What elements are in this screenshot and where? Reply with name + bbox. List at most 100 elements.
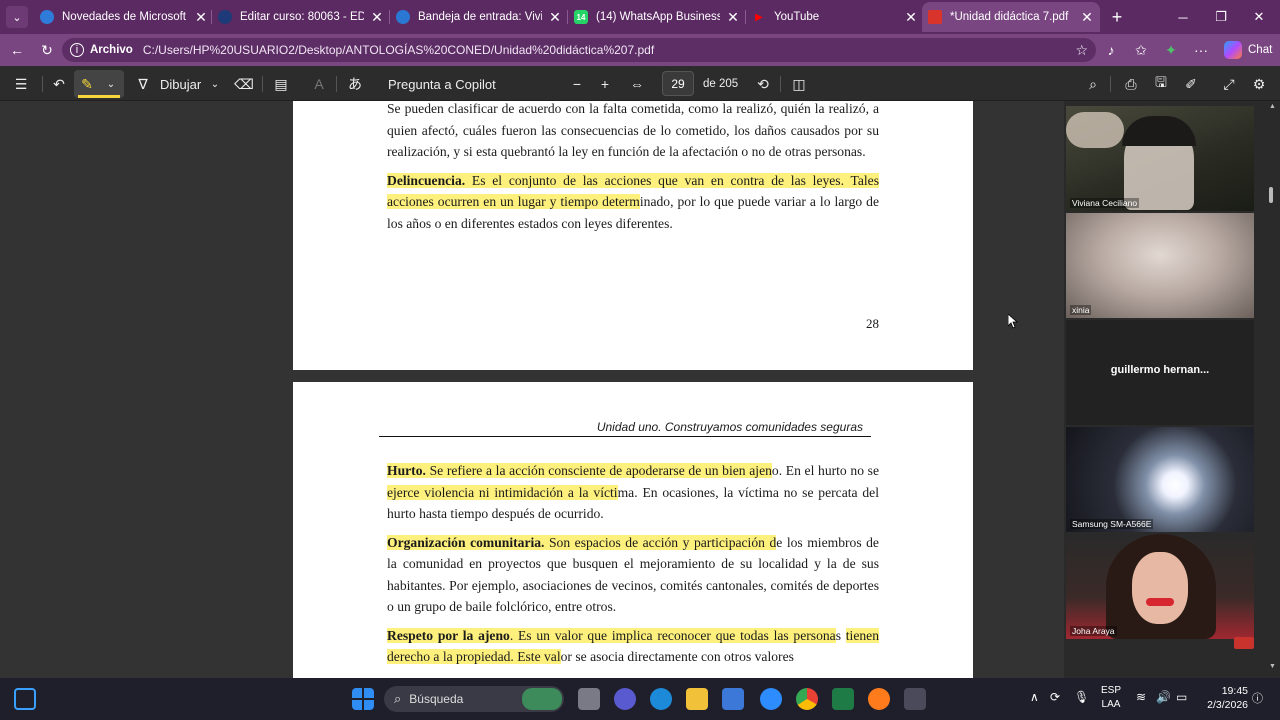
header-rule bbox=[379, 436, 871, 437]
print-icon[interactable]: ⎙ bbox=[1120, 74, 1142, 94]
refresh-button[interactable]: ↻ bbox=[36, 40, 58, 60]
highlight-button[interactable]: ✎ ⌄ bbox=[74, 70, 124, 98]
clock-time: 19:45 bbox=[1221, 685, 1248, 697]
edge-taskbar-icon[interactable] bbox=[650, 688, 672, 710]
new-tab-button[interactable]: + bbox=[1100, 0, 1134, 34]
paragraph-hurto: Hurto. Se refiere a la acción consciente… bbox=[387, 460, 879, 525]
search-highlight-icon bbox=[522, 688, 562, 710]
back-button[interactable]: ← bbox=[6, 40, 28, 60]
rotate-icon[interactable]: ⟲ bbox=[752, 74, 774, 94]
fullscreen-icon[interactable]: ⤢ bbox=[1218, 74, 1240, 94]
participant-name: xinia bbox=[1070, 305, 1092, 315]
draw-button[interactable]: Dibujar bbox=[160, 74, 201, 94]
file-explorer-icon[interactable] bbox=[686, 688, 708, 710]
contents-list-icon[interactable]: ☰ bbox=[10, 74, 32, 94]
paragraph-classification: Se pueden clasificar de acuerdo con la f… bbox=[387, 101, 879, 159]
pdf-viewer[interactable]: Se pueden clasificar de acuerdo con la f… bbox=[0, 101, 1064, 678]
viewer-scrollbar[interactable]: ▲ ▼ bbox=[1266, 101, 1276, 678]
tab-inbox[interactable]: Bandeja de entrada: Viviana C ✕ bbox=[396, 2, 562, 32]
close-tab-icon[interactable]: ✕ bbox=[726, 9, 740, 26]
close-tab-icon[interactable]: ✕ bbox=[194, 9, 208, 26]
windows-start-icon[interactable] bbox=[352, 688, 374, 710]
system-clock[interactable]: 19:45 2/3/2026 bbox=[1188, 684, 1248, 712]
participant-tile[interactable]: Viviana Ceciliano bbox=[1066, 106, 1254, 211]
snipping-tool-icon[interactable] bbox=[904, 688, 926, 710]
search-icon[interactable]: ⌕ bbox=[1082, 74, 1104, 94]
add-text-icon[interactable]: ▤ bbox=[270, 74, 292, 94]
close-tab-icon[interactable]: ✕ bbox=[370, 9, 384, 26]
task-view-icon[interactable] bbox=[578, 688, 600, 710]
participant-tile[interactable]: Joha Araya bbox=[1066, 534, 1254, 639]
tab-youtube[interactable]: ▶ YouTube ✕ bbox=[752, 2, 918, 32]
save-as-icon[interactable]: ✐ bbox=[1180, 74, 1202, 94]
scrollbar-thumb[interactable] bbox=[1269, 187, 1273, 203]
tab-pdf-active[interactable]: *Unidad didáctica 7.pdf ✕ bbox=[922, 2, 1100, 32]
chevron-down-icon: ⌄ bbox=[12, 11, 22, 24]
scroll-up-icon[interactable]: ▲ bbox=[1269, 103, 1276, 110]
language-indicator[interactable]: ESP LAA bbox=[1098, 684, 1124, 712]
close-tab-icon[interactable]: ✕ bbox=[904, 9, 918, 26]
read-aloud-icon[interactable]: ♪ bbox=[1102, 42, 1120, 58]
eraser-icon[interactable]: ⌫ bbox=[233, 74, 255, 94]
more-options-icon[interactable]: ··· bbox=[1192, 42, 1210, 58]
participant-tile[interactable]: Samsung SM-A566E bbox=[1066, 427, 1254, 532]
favorites-icon[interactable]: ✩ bbox=[1132, 42, 1150, 59]
info-icon[interactable]: i bbox=[70, 43, 84, 57]
participant-lips bbox=[1146, 598, 1174, 606]
widgets-icon[interactable] bbox=[14, 688, 36, 710]
excel-icon[interactable] bbox=[832, 688, 854, 710]
lang-top: ESP bbox=[1100, 685, 1121, 696]
zoom-icon[interactable] bbox=[760, 688, 782, 710]
participant-tile[interactable]: guillermo hernan... bbox=[1066, 320, 1254, 425]
extension-icon[interactable]: ✦ bbox=[1162, 42, 1180, 59]
meeting-participants-panel: Viviana Ceciliano xinia guillermo hernan… bbox=[1064, 101, 1280, 678]
chevron-up-icon[interactable]: ∧ bbox=[1030, 690, 1039, 704]
battery-icon[interactable]: ▭ bbox=[1176, 690, 1187, 704]
highlighter-icon: ✎ bbox=[81, 75, 93, 92]
pdf-toolbar: ☰ ↶ ✎ ⌄ ∇ Dibujar ⌄ ⌫ ▤ A あ Pregunta a C… bbox=[0, 66, 1280, 101]
chevron-down-icon[interactable]: ⌄ bbox=[100, 74, 122, 94]
taskbar-search[interactable]: ⌕ Búsqueda bbox=[384, 686, 564, 712]
store-icon[interactable] bbox=[722, 688, 744, 710]
wifi-icon[interactable]: ≋ bbox=[1136, 690, 1146, 704]
annotate-pen-icon[interactable] bbox=[1234, 637, 1254, 649]
zoom-out-icon[interactable]: − bbox=[566, 74, 588, 94]
microphone-icon[interactable]: 🎙 bbox=[1074, 690, 1089, 704]
close-tab-icon[interactable]: ✕ bbox=[1080, 9, 1094, 26]
address-toolbar: ← ↻ i Archivo C:/Users/HP%20USUARIO2/Des… bbox=[0, 34, 1280, 66]
scroll-down-icon[interactable]: ▼ bbox=[1269, 663, 1276, 670]
tab-whatsapp[interactable]: 14 (14) WhatsApp Business ✕ bbox=[574, 2, 740, 32]
url-text[interactable]: C:/Users/HP%20USUARIO2/Desktop/ANTOLOGÍA… bbox=[143, 43, 654, 57]
firefox-icon[interactable] bbox=[868, 688, 890, 710]
clock-date: 2/3/2026 bbox=[1207, 699, 1248, 711]
tab-strip: ⌄ Novedades de Microsoft Edge ✕ Editar c… bbox=[0, 0, 1280, 34]
page-view-icon[interactable]: ◫ bbox=[788, 74, 810, 94]
participant-name-only: guillermo hernan... bbox=[1110, 364, 1210, 376]
notifications-icon[interactable]: ⓘ bbox=[1252, 690, 1263, 706]
teams-icon[interactable] bbox=[614, 688, 636, 710]
tab-title: (14) WhatsApp Business bbox=[596, 11, 720, 23]
page-number-input[interactable] bbox=[662, 71, 694, 96]
participant-tile[interactable]: xinia bbox=[1066, 213, 1254, 318]
address-bar[interactable]: i Archivo C:/Users/HP%20USUARIO2/Desktop… bbox=[62, 38, 1096, 62]
ask-copilot-button[interactable]: Pregunta a Copilot bbox=[388, 74, 496, 94]
undo-icon[interactable]: ↶ bbox=[48, 74, 70, 94]
chrome-icon[interactable] bbox=[796, 688, 818, 710]
settings-gear-icon[interactable]: ⚙ bbox=[1248, 74, 1270, 94]
translate-icon[interactable]: あ bbox=[344, 74, 366, 94]
tab-edit-course[interactable]: Editar curso: 80063 - EDUCAC ✕ bbox=[218, 2, 384, 32]
tab-actions-menu-button[interactable]: ⌄ bbox=[6, 6, 28, 28]
sync-icon[interactable]: ⟳ bbox=[1050, 690, 1060, 704]
chevron-down-icon[interactable]: ⌄ bbox=[204, 74, 226, 94]
fit-page-icon[interactable]: ⇔ bbox=[626, 74, 648, 94]
volume-icon[interactable]: 🔊 bbox=[1156, 690, 1171, 704]
close-tab-icon[interactable]: ✕ bbox=[548, 9, 562, 26]
close-window-button[interactable]: ✕ bbox=[1236, 0, 1280, 34]
favorite-star-icon[interactable]: ☆ bbox=[1075, 42, 1088, 59]
copilot-icon bbox=[1224, 41, 1242, 59]
copilot-chat-button[interactable]: Chat bbox=[1218, 39, 1278, 61]
participant-name: Samsung SM-A566E bbox=[1070, 519, 1154, 529]
tab-edge-news[interactable]: Novedades de Microsoft Edge ✕ bbox=[40, 2, 208, 32]
zoom-in-icon[interactable]: + bbox=[594, 74, 616, 94]
save-icon[interactable]: 🖫 bbox=[1150, 74, 1172, 94]
